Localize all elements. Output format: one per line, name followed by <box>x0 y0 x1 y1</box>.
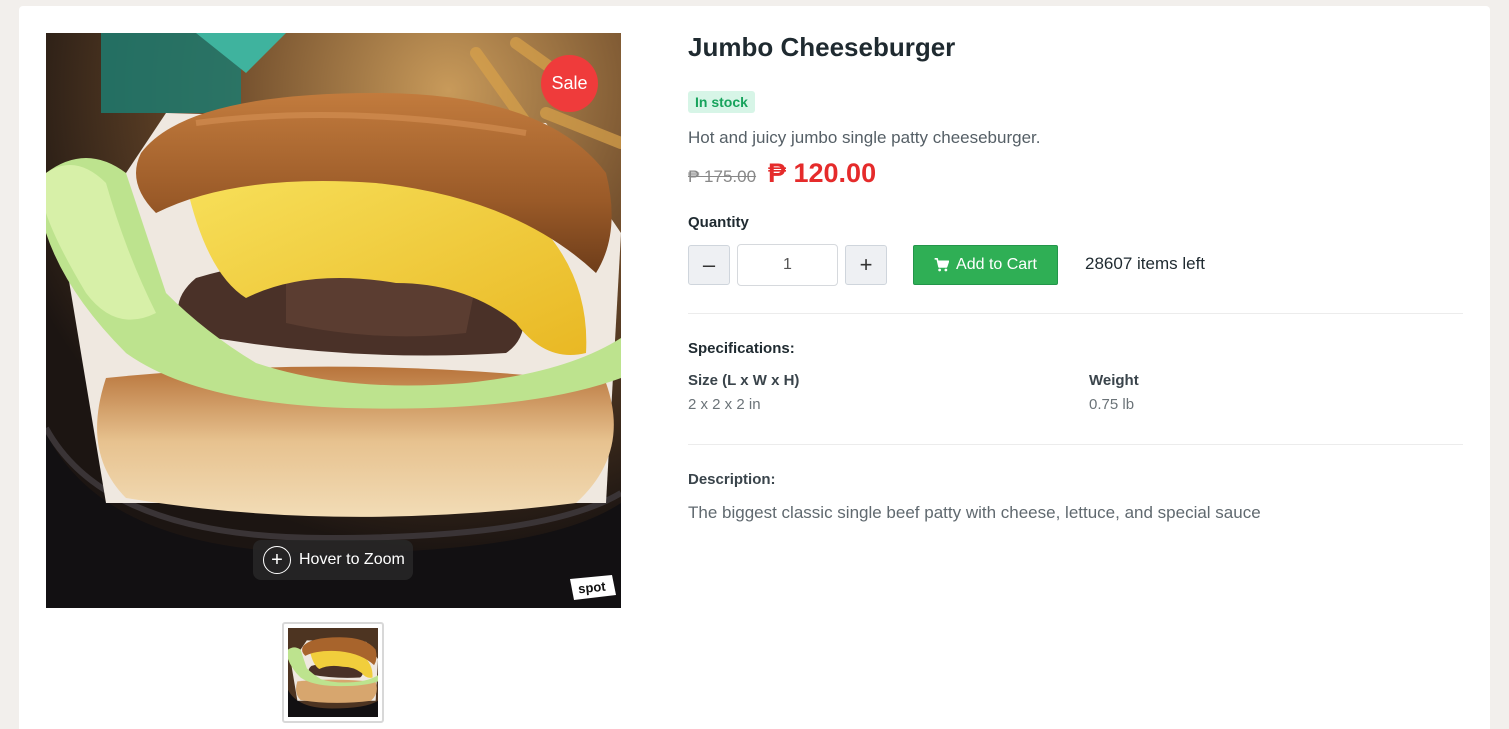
spot-watermark-logo: spot <box>570 575 616 600</box>
burger-illustration <box>46 33 621 608</box>
product-short-description: Hot and juicy jumbo single patty cheeseb… <box>688 128 1041 147</box>
cart-icon <box>934 258 950 272</box>
product-thumbnail[interactable] <box>282 622 384 723</box>
sale-price: ₱ 120.00 <box>768 158 877 188</box>
zoom-hint-label: Hover to Zoom <box>299 551 405 568</box>
minus-icon: – <box>702 252 716 277</box>
quantity-increase-button[interactable]: + <box>845 245 887 285</box>
items-left-count: 28607 items left <box>1085 254 1206 273</box>
stock-status-badge: In stock <box>688 91 755 113</box>
spec-weight-value: 0.75 lb <box>1089 396 1135 413</box>
add-to-cart-label: Add to Cart <box>956 256 1037 273</box>
product-main-image[interactable] <box>46 33 621 608</box>
spec-size-label: Size (L x W x H) <box>688 372 800 389</box>
spec-size-value: 2 x 2 x 2 in <box>688 396 761 413</box>
quantity-decrease-button[interactable]: – <box>688 245 730 285</box>
product-title: Jumbo Cheeseburger <box>688 32 956 62</box>
plus-icon: + <box>859 252 873 277</box>
svg-text:spot: spot <box>577 579 607 597</box>
sale-badge: Sale <box>541 55 598 112</box>
add-to-cart-button[interactable]: Add to Cart <box>913 245 1058 285</box>
quantity-label: Quantity <box>688 214 749 231</box>
description-heading: Description: <box>688 471 776 488</box>
specifications-heading: Specifications: <box>688 340 795 357</box>
quantity-input[interactable] <box>737 244 838 286</box>
description-text: The biggest classic single beef patty wi… <box>688 503 1261 522</box>
zoom-plus-icon: + <box>263 546 291 574</box>
section-divider <box>688 444 1463 445</box>
spec-weight-label: Weight <box>1089 372 1139 389</box>
section-divider <box>688 313 1463 314</box>
thumbnail-burger-image <box>288 628 378 717</box>
hover-to-zoom-hint[interactable]: + Hover to Zoom <box>253 540 413 580</box>
original-price: ₱ 175.00 <box>688 167 757 186</box>
